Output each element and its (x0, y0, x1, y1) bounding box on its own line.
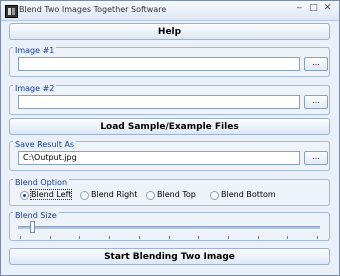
app-window: Blend Two Images Together Software ‒ □ ✕… (0, 0, 340, 276)
save-label: Save Result As (13, 140, 77, 149)
slider-tick (258, 236, 259, 239)
slider-tick (50, 236, 51, 239)
radio-blend-left[interactable]: Blend Left (20, 189, 80, 202)
load-sample-button[interactable]: Load Sample/Example Files (9, 118, 330, 135)
radio-blend-left-label: Blend Left (29, 189, 73, 200)
blend-option-group: Blend Option Blend Left Blend Right Blen… (9, 178, 330, 206)
app-icon (5, 5, 18, 18)
slider-tick (139, 236, 140, 239)
radio-blend-bottom[interactable]: Blend Bottom (210, 190, 280, 202)
blend-size-group: Blend Size (9, 211, 330, 241)
radio-blend-top[interactable]: Blend Top (146, 190, 202, 202)
slider-tick (20, 236, 21, 239)
slider-thumb[interactable] (30, 221, 35, 233)
title-bar[interactable]: Blend Two Images Together Software ‒ □ ✕ (1, 1, 339, 21)
image1-browse-button[interactable]: ... (304, 57, 328, 71)
image1-input[interactable] (18, 57, 300, 71)
help-button[interactable]: Help (9, 23, 330, 40)
slider-track (18, 226, 320, 229)
window-title: Blend Two Images Together Software (19, 5, 167, 14)
radio-icon (146, 191, 155, 200)
save-path-input[interactable]: C:\Output.jpg (18, 151, 300, 165)
close-icon[interactable]: ✕ (322, 3, 333, 14)
radio-selected-icon (20, 191, 29, 200)
image2-group: Image #2 ... (9, 84, 330, 115)
slider-tick (198, 236, 199, 239)
image2-input[interactable] (18, 95, 300, 109)
image2-browse-button[interactable]: ... (304, 95, 328, 109)
save-group: Save Result As C:\Output.jpg ... (9, 140, 330, 171)
slider-tick (228, 236, 229, 239)
image1-label: Image #1 (13, 46, 57, 55)
start-blending-button[interactable]: Start Blending Two Image (9, 248, 330, 265)
minimize-icon[interactable]: ‒ (294, 3, 305, 14)
image1-group: Image #1 ... (9, 46, 330, 77)
slider-tick (317, 236, 318, 239)
radio-blend-bottom-label: Blend Bottom (221, 190, 276, 199)
radio-blend-top-label: Blend Top (157, 190, 196, 199)
slider-tick (79, 236, 80, 239)
radio-blend-right[interactable]: Blend Right (80, 190, 140, 202)
image2-label: Image #2 (13, 84, 57, 93)
radio-icon (210, 191, 219, 200)
slider-tick (287, 236, 288, 239)
blend-size-label: Blend Size (13, 211, 59, 220)
radio-icon (80, 191, 89, 200)
maximize-icon[interactable]: □ (308, 3, 319, 14)
blend-size-slider[interactable] (18, 221, 320, 239)
blend-option-label: Blend Option (13, 178, 70, 187)
slider-tick (169, 236, 170, 239)
radio-blend-right-label: Blend Right (91, 190, 138, 199)
slider-tick (109, 236, 110, 239)
save-browse-button[interactable]: ... (304, 151, 328, 165)
